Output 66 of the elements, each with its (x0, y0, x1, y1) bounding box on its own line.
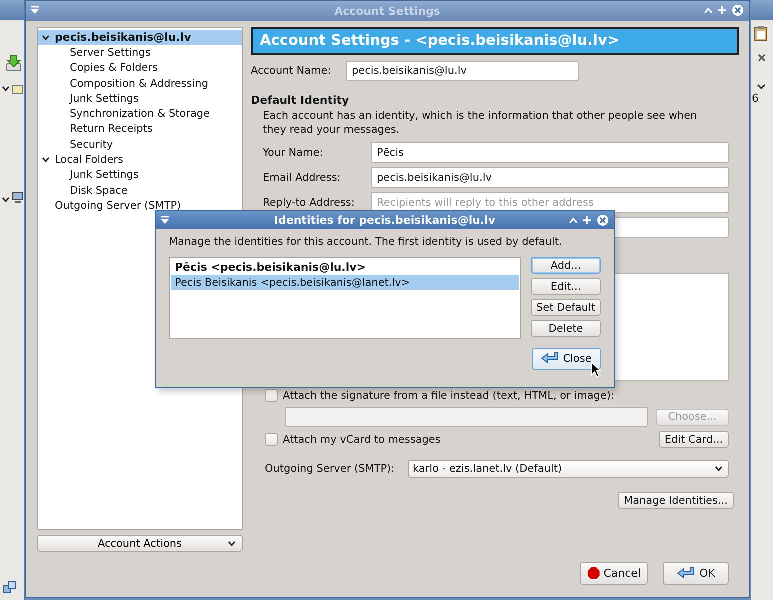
tree-item[interactable]: Disk Space (38, 182, 242, 198)
stop-icon (587, 566, 601, 581)
partial-text: 6 (752, 92, 759, 105)
close-button[interactable]: Close (532, 348, 601, 370)
close-icon[interactable] (758, 54, 766, 62)
mouse-cursor-icon (591, 362, 601, 378)
title-bar (0, 0, 24, 20)
account-actions-button[interactable]: Account Actions (37, 535, 243, 552)
panel-header: Account Settings - <pecis.beisikanis@lu.lv> (251, 27, 739, 55)
identity-item[interactable]: Pēcis <pecis.beisikanis@lu.lv> (171, 260, 519, 275)
manage-identities-button[interactable]: Manage Identities... (618, 492, 734, 509)
clipboard-icon[interactable] (754, 26, 768, 42)
mailbox-icon (12, 84, 24, 96)
return-arrow-icon (541, 352, 562, 366)
network-icon[interactable] (3, 581, 17, 595)
input-field[interactable]: Pēcis (371, 142, 729, 163)
expander-icon[interactable] (41, 34, 51, 42)
tree-item[interactable]: Junk Settings (38, 91, 242, 106)
field-label: Your Name: (263, 146, 324, 158)
title-bar (751, 0, 773, 20)
input-field[interactable]: pecis.beisikanis@lu.lv (371, 167, 729, 188)
description-text: Each account has an identity, which is the information that other people see when they read your messages. (263, 109, 698, 137)
tree-item[interactable]: Copies & Folders (38, 60, 242, 76)
caret-icon (228, 541, 236, 547)
tree-item[interactable]: Outgoing Server (SMTP) (38, 198, 242, 214)
dialog-button[interactable]: Delete (531, 320, 601, 337)
expander-icon[interactable] (2, 86, 10, 92)
tree-item[interactable]: Server Settings (38, 45, 242, 61)
tree-item[interactable]: Junk Settings (38, 168, 242, 183)
edit-card-button[interactable]: Edit Card... (659, 431, 729, 448)
caret-icon (715, 466, 723, 472)
file-path-field[interactable] (285, 407, 648, 427)
return-arrow-icon (676, 566, 697, 580)
tree-item[interactable]: Security (38, 137, 242, 152)
window-controls-icon[interactable] (568, 214, 610, 227)
tree-item[interactable]: Synchronization & Storage (38, 106, 242, 122)
smtp-server-dropdown[interactable]: karlo - ezis.lanet.lv (Default) (408, 460, 729, 478)
checkbox[interactable] (265, 433, 278, 446)
cancel-button[interactable]: Cancel (580, 562, 648, 585)
checkbox-label: Attach the signature from a file instead (text, HTML, or image): (283, 390, 615, 402)
input-field[interactable]: pecis.beisikanis@lu.lv (346, 61, 579, 81)
dialog-title: Identities for pecis.beisikanis@lu.lv (274, 214, 496, 226)
section-heading: Default Identity (251, 94, 350, 107)
tree-item[interactable]: pecis.beisikanis@lu.lv (38, 30, 242, 46)
field-label: Outgoing Server (SMTP): (265, 463, 396, 475)
field-label: Email Address: (263, 172, 342, 184)
description-text: Manage the identities for this account. The first identity is used by default. (169, 236, 564, 248)
window-menu-icon[interactable] (160, 216, 170, 225)
identity-item[interactable]: Pecis Beisikanis <pecis.beisikanis@lanet.lv> (171, 275, 519, 290)
dialog-button[interactable]: Set Default (531, 299, 601, 316)
expander-icon[interactable] (2, 197, 10, 203)
ok-button[interactable]: OK (663, 562, 729, 585)
checkbox-label: Attach my vCard to messages (283, 434, 442, 446)
tree-item[interactable]: Return Receipts (38, 122, 242, 138)
field-label: Account Name: (251, 65, 332, 77)
tree-item[interactable]: Local Folders (38, 152, 242, 168)
caret-icon[interactable] (757, 84, 766, 90)
download-icon[interactable] (6, 55, 22, 73)
tree-item[interactable]: Composition & Addressing (38, 76, 242, 92)
computer-icon (12, 192, 24, 204)
window-title: Account Settings (334, 4, 440, 18)
expander-icon[interactable] (41, 156, 51, 164)
field-label: Reply-to Address: (263, 196, 356, 208)
dialog-button[interactable]: Add... (531, 257, 601, 274)
dialog-button[interactable]: Edit... (531, 278, 601, 295)
checkbox[interactable] (265, 389, 278, 402)
